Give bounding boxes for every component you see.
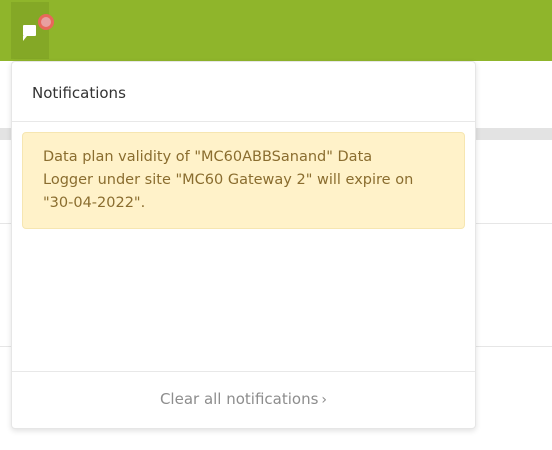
top-bar [0,0,552,61]
chevron-right-icon: › [321,392,328,408]
notifications-title: Notifications [32,84,126,102]
notifications-header: Notifications [12,62,475,122]
notification-item[interactable]: Data plan validity of "MC60ABBSanand" Da… [22,132,465,229]
notifications-dropdown: Notifications Data plan validity of "MC6… [11,61,476,429]
unread-indicator-icon [38,14,54,30]
notifications-button[interactable] [11,2,54,59]
notifications-footer: Clear all notifications › [12,371,475,429]
notification-message: Data plan validity of "MC60ABBSanand" Da… [43,149,414,211]
flag-notification-icon [23,25,36,41]
clear-all-notifications-link[interactable]: Clear all notifications › [12,390,475,408]
clear-all-label: Clear all notifications [159,390,319,408]
